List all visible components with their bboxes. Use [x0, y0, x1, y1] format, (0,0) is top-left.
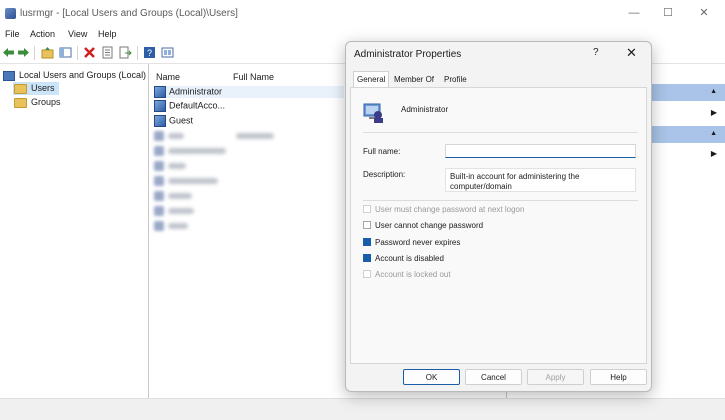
- checkbox-label: Password never expires: [375, 238, 461, 247]
- tree-item-groups-label: Groups: [31, 97, 61, 107]
- redacted-row: [154, 146, 314, 156]
- properties-icon[interactable]: [101, 46, 114, 59]
- general-tab-panel: Administrator Full name: Description: Bu…: [350, 87, 647, 364]
- checkbox-account-locked-out[interactable]: Account is locked out: [363, 269, 451, 279]
- checkbox-label: User must change password at next logon: [375, 205, 525, 214]
- user-icon: [154, 86, 166, 98]
- back-arrow-icon[interactable]: [2, 46, 15, 59]
- redacted-row: [154, 161, 314, 171]
- title-bar: lusrmgr - [Local Users and Groups (Local…: [0, 0, 725, 28]
- cancel-button[interactable]: Cancel: [465, 369, 522, 385]
- user-icon: [154, 115, 166, 127]
- more-actions-icon[interactable]: ▶: [711, 149, 717, 158]
- dialog-close-button[interactable]: ✕: [626, 45, 637, 61]
- collapse-icon: ▲: [710, 130, 717, 137]
- toolbar-separator: [137, 46, 138, 60]
- checkbox-box[interactable]: [363, 237, 371, 246]
- redacted-row: [154, 176, 314, 186]
- collapse-icon: ▲: [710, 88, 717, 95]
- table-row[interactable]: Administrator: [154, 86, 344, 98]
- row-name: Guest: [169, 115, 194, 126]
- checkbox-box[interactable]: [363, 204, 371, 213]
- dialog-title: Administrator Properties: [354, 49, 462, 60]
- apply-button[interactable]: Apply: [527, 369, 584, 385]
- close-window-button[interactable]: ✕: [690, 4, 718, 22]
- tree-item-groups[interactable]: Groups: [14, 97, 61, 108]
- row-name: Administrator: [169, 86, 223, 97]
- svg-text:?: ?: [147, 48, 152, 58]
- checkbox-label: Account is locked out: [375, 270, 451, 279]
- lusrmgr-app-icon: [5, 8, 16, 19]
- menu-view[interactable]: View: [68, 29, 87, 39]
- redacted-row: [154, 131, 314, 141]
- redacted-row: [154, 206, 314, 216]
- column-header-full-name[interactable]: Full Name: [233, 72, 274, 82]
- description-label: Description:: [363, 170, 406, 179]
- toolbar-separator: [34, 46, 35, 60]
- computer-icon: [3, 70, 15, 81]
- status-bar: [0, 398, 725, 420]
- window-title: lusrmgr - [Local Users and Groups (Local…: [20, 8, 238, 19]
- checkbox-box[interactable]: [363, 253, 371, 262]
- checkbox-label: User cannot change password: [375, 221, 484, 230]
- column-header-name[interactable]: Name: [156, 72, 180, 82]
- tab-member-of[interactable]: Member Of: [391, 73, 437, 86]
- full-name-field[interactable]: [445, 144, 636, 158]
- user-name: Administrator: [401, 105, 449, 114]
- folder-icon: [14, 83, 27, 94]
- menu-help[interactable]: Help: [98, 29, 117, 39]
- minimize-button[interactable]: —: [620, 4, 648, 22]
- tree-item-users[interactable]: Users: [13, 82, 59, 95]
- user-icon: [154, 100, 166, 112]
- checkbox-box[interactable]: [363, 220, 371, 229]
- user-account-icon: [363, 103, 383, 123]
- folder-icon: [14, 97, 27, 108]
- export-list-icon[interactable]: [119, 46, 132, 59]
- tab-general[interactable]: General: [353, 71, 390, 88]
- up-folder-icon[interactable]: [41, 46, 54, 59]
- checkbox-cannot-change-password[interactable]: User cannot change password: [363, 220, 484, 230]
- checkbox-account-disabled[interactable]: Account is disabled: [363, 253, 444, 263]
- redacted-row: [154, 221, 314, 231]
- view-icon[interactable]: [161, 46, 174, 59]
- menu-action[interactable]: Action: [30, 29, 55, 39]
- redacted-row: [154, 191, 314, 201]
- tab-profile[interactable]: Profile: [441, 73, 470, 86]
- description-field[interactable]: Built-in account for administering the c…: [445, 168, 636, 192]
- maximize-button[interactable]: ☐: [654, 4, 682, 22]
- divider: [363, 200, 638, 201]
- checkbox-label: Account is disabled: [375, 254, 444, 263]
- console-tree: Local Users and Groups (Local) Users Gro…: [0, 64, 149, 398]
- administrator-properties-dialog: Administrator Properties ? ✕ General Mem…: [345, 41, 652, 392]
- table-row[interactable]: Guest: [154, 115, 193, 127]
- help-icon[interactable]: ?: [143, 46, 156, 59]
- checkbox-box[interactable]: [363, 269, 371, 278]
- help-button[interactable]: Help: [590, 369, 647, 385]
- toolbar-separator: [77, 46, 78, 60]
- checkbox-password-never-expires[interactable]: Password never expires: [363, 237, 461, 247]
- delete-icon[interactable]: [83, 46, 96, 59]
- full-name-label: Full name:: [363, 147, 401, 156]
- tree-root-label: Local Users and Groups (Local): [19, 70, 147, 80]
- tree-root[interactable]: Local Users and Groups (Local): [3, 70, 146, 81]
- divider: [363, 132, 638, 133]
- row-name: DefaultAcco...: [169, 100, 226, 111]
- checkbox-must-change-password[interactable]: User must change password at next logon: [363, 204, 525, 214]
- table-row[interactable]: DefaultAcco...: [154, 100, 225, 112]
- tree-item-users-label: Users: [31, 83, 55, 93]
- forward-arrow-icon[interactable]: [17, 46, 30, 59]
- dialog-help-button[interactable]: ?: [593, 47, 599, 58]
- show-hide-tree-icon[interactable]: [59, 46, 72, 59]
- more-actions-icon[interactable]: ▶: [711, 108, 717, 117]
- menu-file[interactable]: File: [5, 29, 20, 39]
- ok-button[interactable]: OK: [403, 369, 460, 385]
